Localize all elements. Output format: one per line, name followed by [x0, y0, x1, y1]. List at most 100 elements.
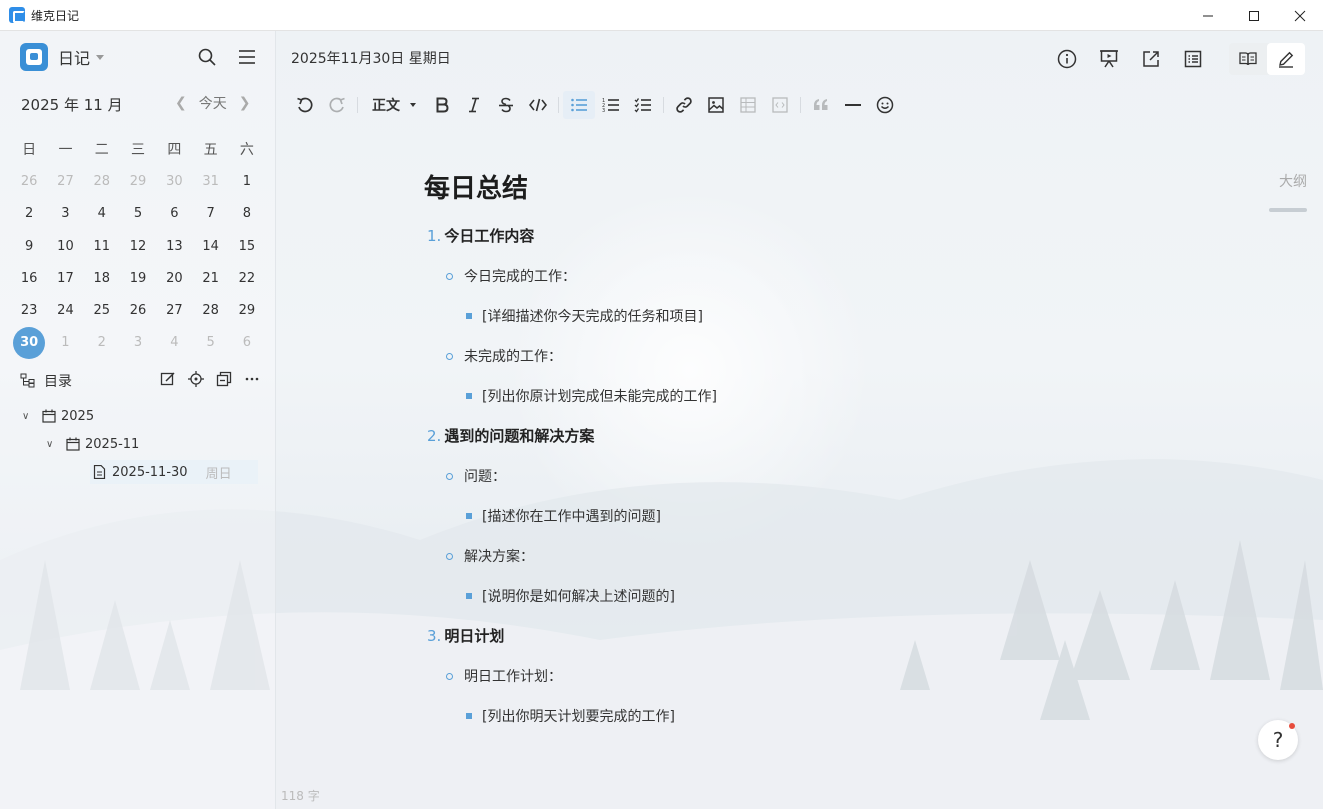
bullet-list-button[interactable]	[563, 91, 595, 119]
calendar-day[interactable]: 16	[11, 262, 47, 294]
chevron-left-icon[interactable]: ❮	[175, 95, 187, 111]
calendar-day[interactable]: 31	[192, 165, 228, 197]
calendar-day[interactable]: 1	[47, 327, 83, 359]
edit-mode-button[interactable]	[1267, 43, 1305, 75]
menu-button[interactable]	[235, 45, 259, 69]
calendar-day[interactable]: 2	[84, 327, 120, 359]
calendar-day[interactable]: 26	[120, 294, 156, 326]
calendar-day[interactable]: 23	[11, 294, 47, 326]
tree-item-year[interactable]: ∨ 2025	[22, 404, 94, 428]
maximize-button[interactable]	[1231, 0, 1277, 31]
calendar-day[interactable]: 8	[229, 198, 265, 230]
emoji-button[interactable]	[869, 91, 901, 119]
calendar-day[interactable]: 7	[192, 198, 228, 230]
help-button[interactable]: ?	[1258, 720, 1298, 760]
calendar-day[interactable]: 1	[229, 165, 265, 197]
paragraph-style-select[interactable]: 正文	[362, 95, 426, 115]
chevron-down-icon	[410, 103, 416, 107]
more-icon[interactable]	[244, 371, 260, 387]
notebook-switcher[interactable]: 日记	[20, 43, 105, 71]
edit-icon[interactable]	[160, 371, 176, 387]
toolbar-divider	[663, 97, 664, 113]
calendar-day[interactable]: 4	[156, 327, 192, 359]
document-title: 每日总结	[424, 174, 529, 204]
today-button[interactable]: 今天	[199, 93, 227, 113]
close-button[interactable]	[1277, 0, 1323, 31]
calendar-day[interactable]: 26	[11, 165, 47, 197]
search-button[interactable]	[195, 45, 219, 69]
code-block-button[interactable]	[764, 91, 796, 119]
calendar-day[interactable]: 13	[156, 230, 192, 262]
calendar-day[interactable]: 3	[120, 327, 156, 359]
calendar-day[interactable]: 17	[47, 262, 83, 294]
calendar-day[interactable]: 14	[192, 230, 228, 262]
calendar-day[interactable]: 28	[84, 165, 120, 197]
circle-bullet-icon	[446, 352, 453, 360]
info-button[interactable]	[1051, 43, 1083, 75]
document-content[interactable]: 每日总结 1. 今日工作内容 今日完成的工作： [详细描述你今天完成的任务和项目]…	[424, 171, 1024, 725]
table-button[interactable]	[732, 91, 764, 119]
ordered-list-button[interactable]: 123	[595, 91, 627, 119]
collapse-all-icon[interactable]	[216, 371, 232, 387]
calendar-day[interactable]: 21	[192, 262, 228, 294]
weekday-header: 三	[131, 142, 146, 159]
calendar-day[interactable]: 24	[47, 294, 83, 326]
calendar-day[interactable]: 5	[120, 198, 156, 230]
calendar-day[interactable]: 18	[84, 262, 120, 294]
calendar-day[interactable]: 9	[11, 230, 47, 262]
notebook-title: 日记	[58, 49, 91, 68]
strikethrough-button[interactable]	[490, 91, 522, 119]
tree-item-month[interactable]: ∨ 2025-11	[46, 432, 139, 456]
calendar-day[interactable]: 25	[84, 294, 120, 326]
calendar-day[interactable]: 5	[192, 327, 228, 359]
task-list-button[interactable]	[627, 91, 659, 119]
calendar-day[interactable]: 4	[84, 198, 120, 230]
quote-button[interactable]	[805, 91, 837, 119]
image-icon	[708, 97, 724, 113]
inline-code-button[interactable]	[522, 91, 554, 119]
minimize-button[interactable]	[1185, 0, 1231, 31]
calendar-day[interactable]: 10	[47, 230, 83, 262]
horizontal-rule-button[interactable]	[837, 91, 869, 119]
presentation-button[interactable]	[1093, 43, 1125, 75]
calendar-day[interactable]: 27	[156, 294, 192, 326]
calendar-day[interactable]: 2	[11, 198, 47, 230]
calendar-day[interactable]: 22	[229, 262, 265, 294]
calendar-day[interactable]: 28	[192, 294, 228, 326]
calendar-day[interactable]: 6	[229, 327, 265, 359]
calendar-day[interactable]: 15	[229, 230, 265, 262]
toc-panel-button[interactable]	[1177, 43, 1209, 75]
calendar-day[interactable]: 12	[120, 230, 156, 262]
export-button[interactable]	[1135, 43, 1167, 75]
calendar-day[interactable]: 27	[47, 165, 83, 197]
square-bullet-icon	[466, 513, 472, 519]
link-button[interactable]	[668, 91, 700, 119]
weekday-header: 一	[58, 142, 73, 159]
square-bullet-icon	[466, 313, 472, 319]
calendar-day[interactable]: 29	[229, 294, 265, 326]
calendar-day[interactable]: 3	[47, 198, 83, 230]
export-icon	[1143, 51, 1159, 67]
read-mode-button[interactable]	[1229, 43, 1267, 75]
tree-item-entry[interactable]: 2025-11-30 周日	[90, 460, 258, 484]
calendar-day[interactable]: 6	[156, 198, 192, 230]
calendar-day[interactable]: 20	[156, 262, 192, 294]
undo-button[interactable]	[289, 91, 321, 119]
chevron-right-icon[interactable]: ❯	[239, 95, 251, 111]
italic-button[interactable]	[458, 91, 490, 119]
outline-label[interactable]: 大纲	[1279, 171, 1307, 191]
calendar-day[interactable]: 19	[120, 262, 156, 294]
calendar-day[interactable]: 30	[156, 165, 192, 197]
outline-indicator[interactable]	[1269, 208, 1307, 212]
image-button[interactable]	[700, 91, 732, 119]
calendar-day-selected[interactable]: 30	[11, 326, 47, 359]
section-heading-text: 遇到的问题和解决方案	[444, 427, 595, 445]
calendar-day[interactable]: 29	[120, 165, 156, 197]
calendar-day[interactable]: 11	[84, 230, 120, 262]
redo-button[interactable]	[321, 91, 353, 119]
bold-button[interactable]	[426, 91, 458, 119]
tree-label-month: 2025-11	[85, 436, 140, 452]
locate-icon[interactable]	[188, 371, 204, 387]
toolbar-divider	[800, 97, 801, 113]
entry-date-label: 2025年11月30日 星期日	[291, 51, 451, 67]
